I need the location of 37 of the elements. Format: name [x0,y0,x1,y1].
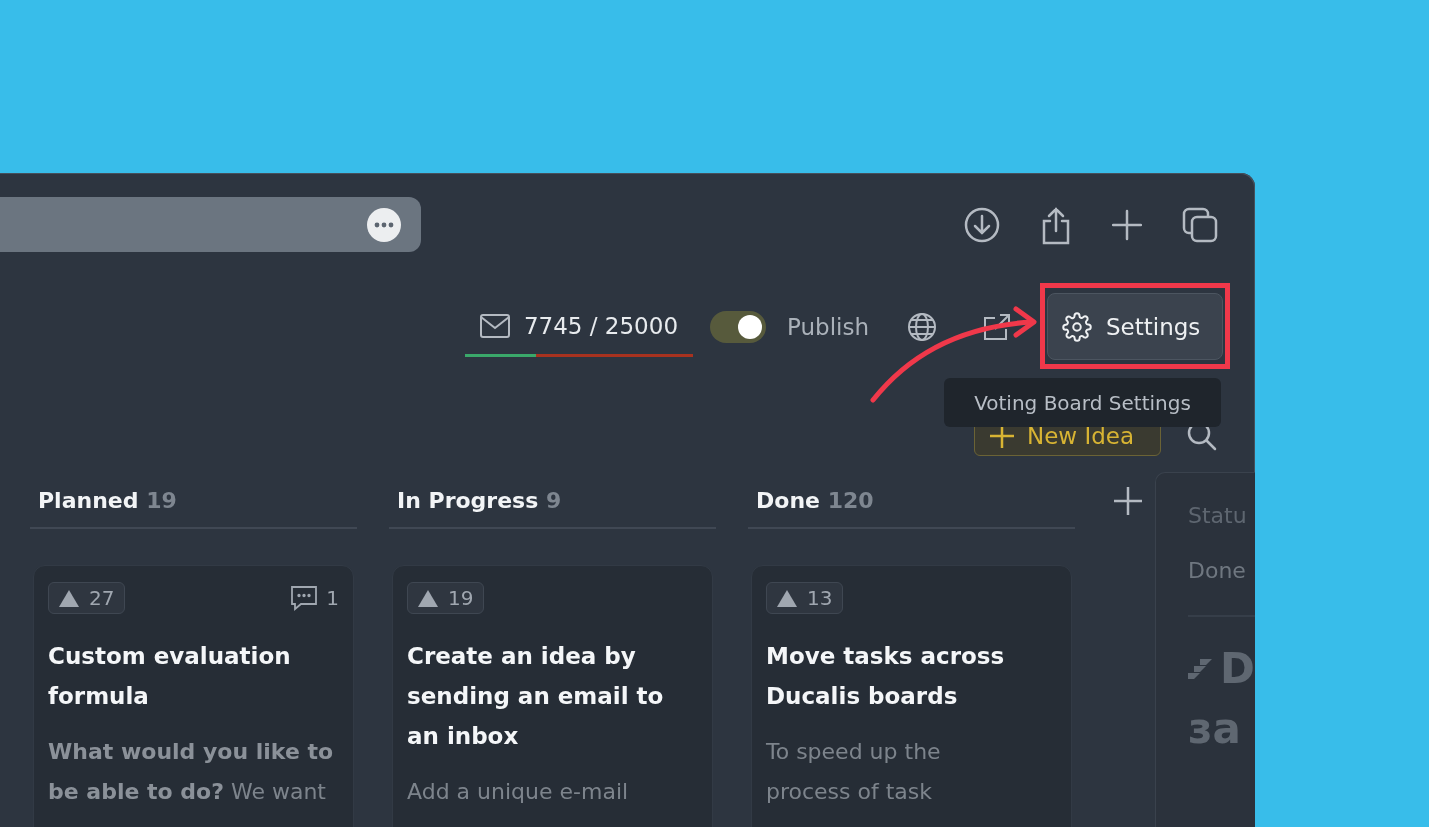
comment-count: 1 [290,585,339,611]
idea-card[interactable]: 27 1 Custom evaluation formula What would you like to be able to do? We want [33,565,354,827]
more-icon[interactable] [367,207,401,242]
card-title: Create an idea by sending an email to an inbox [407,642,665,751]
column-header: In Progress 9 [389,480,716,529]
external-link-icon[interactable] [983,312,1011,341]
vote-count[interactable]: 27 [48,582,126,614]
address-bar[interactable] [0,197,421,252]
upvote-icon [777,589,797,607]
card-description: Add a unique e-mail [407,778,630,806]
comment-icon [290,585,319,611]
field-value: Done [1188,558,1247,583]
idea-card[interactable]: 19 Create an idea by sending an email to an inbox Add a unique e-mail [392,565,713,827]
vote-count[interactable]: 19 [407,582,485,614]
upvote-icon [418,589,438,607]
vote-count[interactable]: 13 [766,582,844,614]
plus-icon[interactable] [1112,207,1142,243]
card-description: To speed up the process of task [766,738,942,806]
card-title: Custom evaluation formula [48,642,292,711]
tooltip: Voting Board Settings [944,378,1221,427]
publish-label: Publish [787,313,869,340]
tabs-icon[interactable] [1182,207,1218,243]
mail-icon [479,313,510,338]
column-header: Done 120 [748,480,1075,529]
idea-card[interactable]: 13 Move tasks across Ducalis boards To speed up the process of task [751,565,1072,827]
column-header: Planned 19 [30,480,357,529]
card-description: What would you like to be able to do? We want [48,738,335,806]
globe-icon[interactable] [907,311,937,342]
logo-icon [1188,657,1214,681]
share-icon[interactable] [1040,207,1072,245]
card-title: Move tasks across Ducalis boards [766,642,1006,711]
download-icon[interactable] [964,207,1000,243]
upvote-icon [59,589,79,607]
settings-button[interactable]: Settings [1047,293,1223,360]
publish-toggle[interactable] [710,310,766,343]
email-counter: 7745 / 25000 [523,312,678,339]
settings-icon [1062,311,1092,342]
